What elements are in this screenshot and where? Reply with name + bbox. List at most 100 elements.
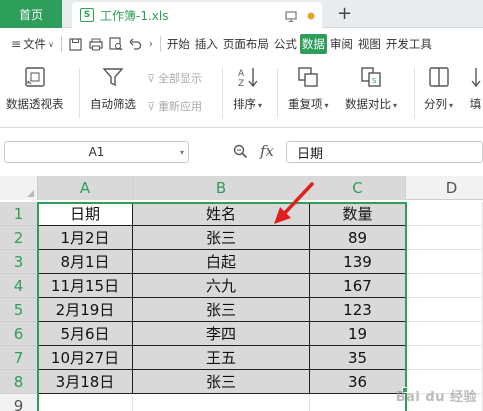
cell-b7[interactable]: 王五	[133, 346, 310, 370]
zoom-icon[interactable]	[233, 144, 248, 163]
cell-b3[interactable]: 白起	[133, 250, 310, 274]
cell-c2[interactable]: 89	[310, 226, 406, 250]
tab-insert[interactable]: 插入	[193, 34, 220, 54]
new-tab-button[interactable]: +	[337, 3, 352, 24]
cell-a6[interactable]: 5月6日	[38, 322, 133, 346]
row-header-7[interactable]: 7	[0, 346, 38, 370]
more-quick-icon[interactable]: ›	[146, 34, 156, 54]
tab-developer[interactable]: 开发工具	[384, 34, 434, 54]
print-preview-icon[interactable]	[106, 34, 126, 54]
column-header-d[interactable]: D	[406, 176, 483, 200]
cell-c3[interactable]: 139	[310, 250, 406, 274]
column-header-a[interactable]: A	[38, 176, 133, 200]
tab-view[interactable]: 视图	[356, 34, 383, 54]
svg-text:Z: Z	[238, 79, 244, 89]
show-all-button[interactable]: ⊽ 全部显示	[147, 70, 202, 86]
duplicates-icon	[295, 64, 321, 90]
row-header-5[interactable]: 5	[0, 298, 38, 322]
home-tab[interactable]: 首页	[0, 0, 62, 28]
reapply-label: 重新应用	[158, 100, 203, 113]
cell-c5[interactable]: 123	[310, 298, 406, 322]
column-header-c[interactable]: C	[310, 176, 406, 200]
tab-data[interactable]: 数据	[299, 34, 327, 54]
show-all-label: 全部显示	[158, 72, 203, 85]
sort-label: 排序 ▾	[233, 97, 263, 111]
print-icon[interactable]	[86, 34, 106, 54]
cell-a7[interactable]: 10月27日	[38, 346, 133, 370]
divider	[277, 68, 278, 118]
cell-c7[interactable]: 35	[310, 346, 406, 370]
save-icon[interactable]	[66, 34, 86, 54]
cell-c9[interactable]	[310, 394, 406, 411]
duplicates-label: 重复项 ▾	[288, 97, 329, 111]
row-header-3[interactable]: 3	[0, 250, 38, 274]
cell-b4[interactable]: 六九	[133, 274, 310, 298]
cell-a9[interactable]	[38, 394, 133, 411]
cell-c6[interactable]: 19	[310, 322, 406, 346]
split-column-button[interactable]: 分列 ▾	[424, 64, 453, 112]
chevron-down-icon[interactable]: ▾	[180, 148, 184, 157]
cell-a3[interactable]: 8月1日	[38, 250, 133, 274]
cell-a1[interactable]: 日期	[38, 202, 133, 226]
cell-a4[interactable]: 11月15日	[38, 274, 133, 298]
row-header-9[interactable]: 9	[0, 394, 38, 411]
funnel-clear-icon: ⊽	[147, 71, 156, 85]
spreadsheet-grid[interactable]: A B C D 1 2 3 4 5 6 7 8 9 日期 姓名 数量 1月2日 …	[0, 176, 483, 411]
unsaved-dot-icon[interactable]	[304, 9, 318, 23]
reapply-button[interactable]: ⊽ 重新应用	[147, 98, 202, 114]
cell-b9[interactable]	[133, 394, 310, 411]
cell-d3[interactable]	[406, 250, 483, 274]
tab-page-layout[interactable]: 页面布局	[221, 34, 271, 54]
annotation-arrow-icon	[274, 182, 314, 224]
cell-b8[interactable]: 张三	[133, 370, 310, 394]
select-all-corner[interactable]	[0, 176, 38, 200]
monitor-icon[interactable]	[284, 9, 298, 23]
fill-label: 填	[469, 97, 482, 111]
cell-c8[interactable]: 36	[310, 370, 406, 394]
fill-button[interactable]: 填	[468, 64, 483, 112]
fill-icon	[468, 64, 483, 90]
row-header-8[interactable]: 8	[0, 370, 38, 394]
cell-a8[interactable]: 3月18日	[38, 370, 133, 394]
chevron-down-icon: ∨	[48, 39, 54, 49]
document-title: 工作簿-1.xls	[100, 8, 169, 23]
cell-d6[interactable]	[406, 322, 483, 346]
cell-d4[interactable]	[406, 274, 483, 298]
row-header-6[interactable]: 6	[0, 322, 38, 346]
data-compare-label: 数据对比 ▾	[345, 97, 398, 111]
row-header-2[interactable]: 2	[0, 226, 38, 250]
row-header-4[interactable]: 4	[0, 274, 38, 298]
sort-button[interactable]: AZ 排序 ▾	[233, 64, 262, 112]
undo-icon[interactable]	[126, 34, 146, 54]
row-header-1[interactable]: 1	[0, 202, 38, 226]
cell-a2[interactable]: 1月2日	[38, 226, 133, 250]
tab-review[interactable]: 审阅	[328, 34, 355, 54]
cell-b6[interactable]: 李四	[133, 322, 310, 346]
duplicates-button[interactable]: 重复项 ▾	[288, 64, 329, 112]
menu-bar: ≡ 文件 ∨ › 开始 插入 页面布局 公式 数据 审阅 视图 开发工具	[0, 31, 483, 57]
cell-d7[interactable]	[406, 346, 483, 370]
tab-formulas[interactable]: 公式	[272, 34, 299, 54]
cell-b5[interactable]: 张三	[133, 298, 310, 322]
pivot-table-button[interactable]: 数据透视表	[6, 64, 64, 112]
cell-d1[interactable]	[406, 202, 483, 226]
auto-filter-button[interactable]: 自动筛选	[90, 64, 136, 112]
cell-c1[interactable]: 数量	[310, 202, 406, 226]
spreadsheet-icon: S	[80, 8, 94, 22]
cell-d5[interactable]	[406, 298, 483, 322]
hamburger-icon: ≡	[11, 37, 22, 51]
name-box[interactable]: A1 ▾	[4, 141, 189, 163]
cell-a5[interactable]: 2月19日	[38, 298, 133, 322]
document-tab[interactable]: S 工作簿-1.xls	[72, 2, 322, 28]
fx-icon[interactable]: fx	[260, 142, 274, 160]
file-menu-button[interactable]: ≡ 文件 ∨	[8, 33, 57, 55]
data-compare-button[interactable]: S 数据对比 ▾	[345, 64, 397, 112]
cell-b2[interactable]: 张三	[133, 226, 310, 250]
tab-home[interactable]: 开始	[165, 34, 192, 54]
formula-input[interactable]: 日期	[286, 141, 483, 163]
cell-d2[interactable]	[406, 226, 483, 250]
svg-text:A: A	[238, 69, 245, 79]
cell-c4[interactable]: 167	[310, 274, 406, 298]
pivot-table-label: 数据透视表	[6, 97, 64, 111]
data-compare-icon: S	[358, 64, 384, 90]
